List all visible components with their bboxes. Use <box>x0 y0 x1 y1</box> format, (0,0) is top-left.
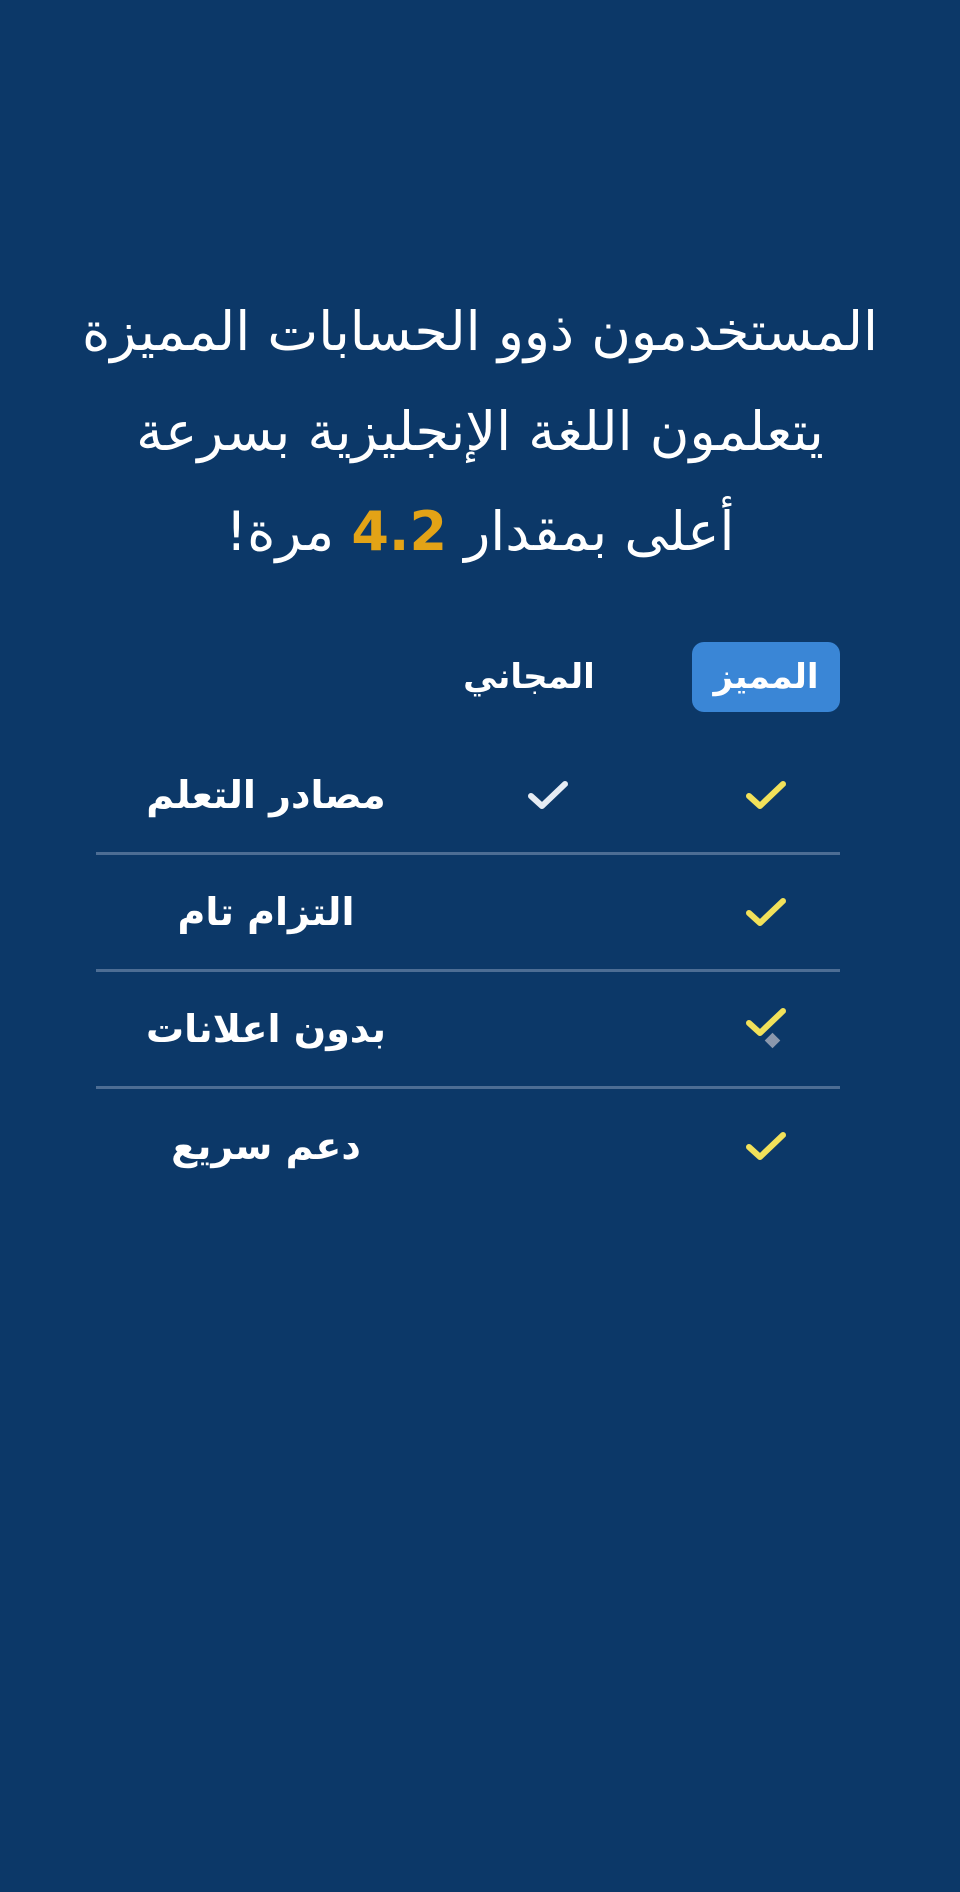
check-icon <box>726 855 806 969</box>
feature-row-full-commitment: التزام تام <box>96 855 840 972</box>
check-icon <box>726 972 806 1086</box>
feature-label: التزام تام <box>177 890 355 934</box>
headline-line-3-start: أعلى بمقدار <box>447 500 735 563</box>
comparison-table: المميز المجاني مصادر التعلم التزام تام ب… <box>96 638 840 1168</box>
headline-line-3-end: مرة! <box>225 500 352 563</box>
headline: المستخدمون ذوو الحسابات المميزة يتعلمون … <box>40 282 920 582</box>
check-icon <box>508 738 588 852</box>
headline-line-3: أعلى بمقدار 4.2 مرة! <box>40 482 920 582</box>
feature-label: دعم سريع <box>171 1124 361 1168</box>
feature-label: بدون اعلانات <box>145 1007 387 1051</box>
feature-label: مصادر التعلم <box>146 773 386 817</box>
headline-line-2: يتعلمون اللغة الإنجليزية بسرعة <box>136 400 824 463</box>
check-icon <box>726 1089 806 1203</box>
feature-rows: مصادر التعلم التزام تام بدون اعلانات دعم… <box>96 738 840 1203</box>
free-plan-header: المجاني <box>463 657 595 697</box>
feature-row-learning-resources: مصادر التعلم <box>96 738 840 855</box>
check-icon <box>726 738 806 852</box>
headline-line-1: المستخدمون ذوو الحسابات المميزة <box>81 300 879 363</box>
feature-row-no-ads: بدون اعلانات <box>96 972 840 1089</box>
feature-row-fast-support: دعم سريع <box>96 1089 840 1203</box>
premium-plan-tab[interactable]: المميز <box>692 642 840 712</box>
speed-multiplier: 4.2 <box>351 500 448 563</box>
premium-comparison-screen: المستخدمون ذوو الحسابات المميزة يتعلمون … <box>0 0 960 1892</box>
